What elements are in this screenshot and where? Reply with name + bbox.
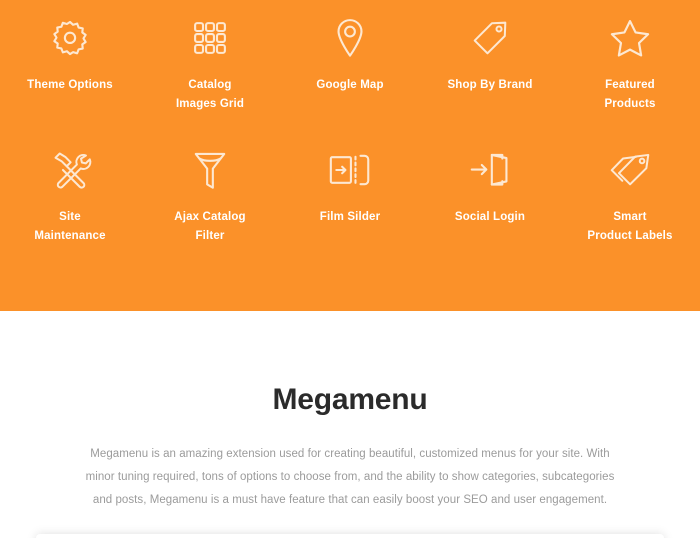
feature-film-slider[interactable]: Film Silder [280,140,420,246]
feature-label: Social Login [454,211,526,223]
feature-label: Site Maintenance [34,211,106,242]
feature-label: Film Silder [319,211,381,223]
login-door-icon [467,146,513,194]
feature-label: Google Map [316,79,384,91]
feature-catalog-images-grid[interactable]: Catalog Images Grid [140,8,280,114]
hammer-wrench-icon [48,146,92,194]
price-tag-icon [469,14,511,62]
feature-site-maintenance[interactable]: Site Maintenance [0,140,140,246]
gear-icon [48,14,92,62]
feature-featured-products[interactable]: Featured Products [560,8,700,114]
megamenu-preview-card[interactable] [36,534,664,538]
feature-smart-product-labels[interactable]: Smart Product Labels [560,140,700,246]
features-row-1: Theme Options Catalog Images Grid Google… [0,8,700,114]
page-title: Megamenu [272,383,428,416]
features-section: Theme Options Catalog Images Grid Google… [0,0,700,311]
feature-theme-options[interactable]: Theme Options [0,8,140,114]
star-icon [608,14,652,62]
features-row-2: Site Maintenance Ajax Catalog Filter Fil… [0,140,700,246]
megamenu-section: Megamenu Megamenu is an amazing extensio… [0,311,700,538]
feature-ajax-catalog-filter[interactable]: Ajax Catalog Filter [140,140,280,246]
feature-label: Shop By Brand [447,79,533,91]
double-tag-icon [608,146,652,194]
feature-social-login[interactable]: Social Login [420,140,560,246]
feature-shop-by-brand[interactable]: Shop By Brand [420,8,560,114]
film-slider-icon [327,146,373,194]
feature-label: Catalog Images Grid [175,79,245,110]
megamenu-description: Megamenu is an amazing extension used fo… [85,448,615,506]
feature-label: Ajax Catalog Filter [174,211,246,242]
grid-icon [189,14,231,62]
feature-google-map[interactable]: Google Map [280,8,420,114]
feature-label: Featured Products [604,79,656,110]
funnel-icon [190,146,230,194]
feature-label: Theme Options [27,79,113,91]
feature-label: Smart Product Labels [587,211,673,242]
map-pin-icon [330,14,370,62]
